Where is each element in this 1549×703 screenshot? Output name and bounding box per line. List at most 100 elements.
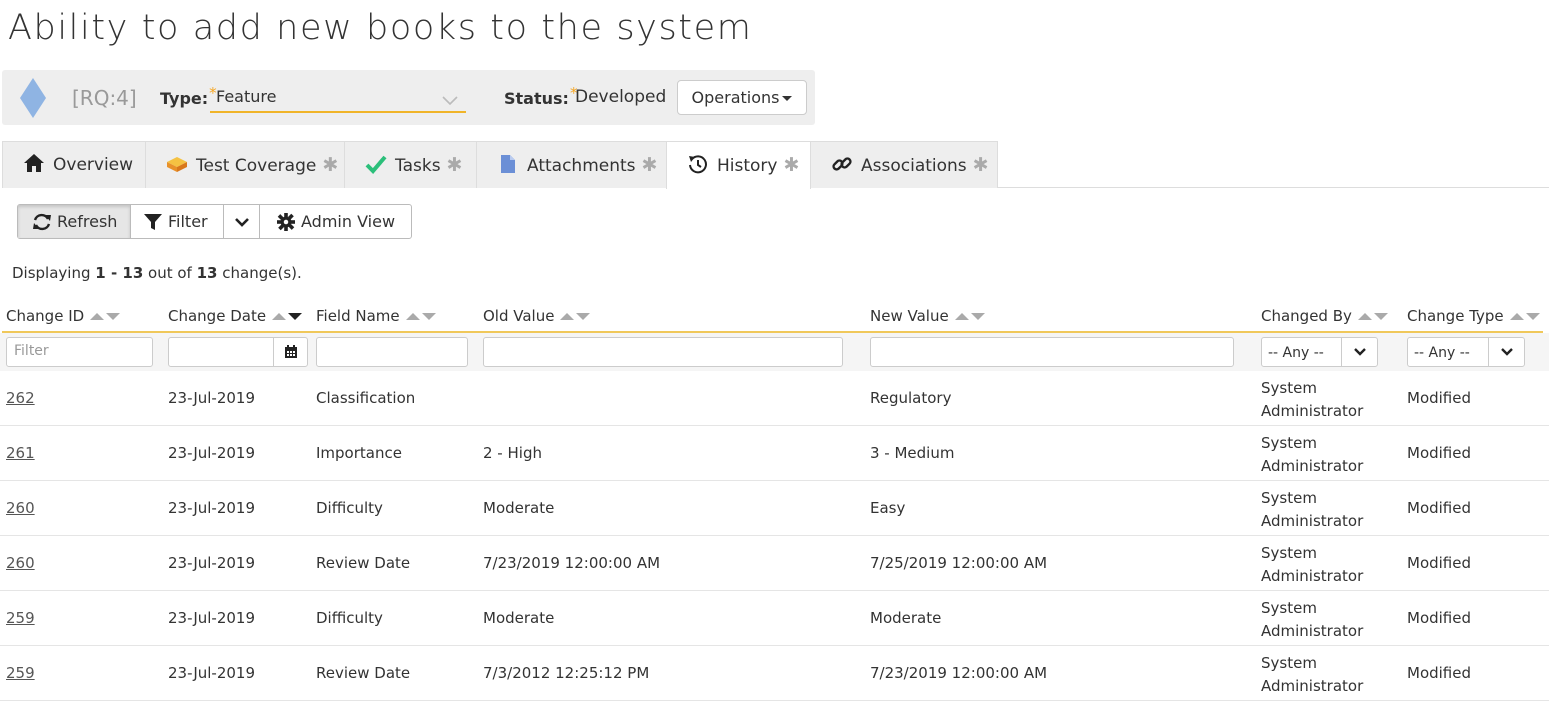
cell-date: 23-Jul-2019 xyxy=(168,389,256,407)
changed-by-line: System xyxy=(1261,379,1317,397)
refresh-label: Refresh xyxy=(57,212,118,231)
sort-icon xyxy=(1357,306,1390,324)
tab-attachments[interactable]: Attachments ✱ xyxy=(476,141,667,188)
cell-id: 260 xyxy=(6,499,35,517)
cell-field: Difficulty xyxy=(316,499,383,517)
changed-by-filter[interactable]: -- Any -- xyxy=(1261,337,1378,367)
change-id-link[interactable]: 262 xyxy=(6,389,35,407)
change-id-filter[interactable]: Filter xyxy=(6,337,153,367)
col-change-type[interactable]: Change Type xyxy=(1407,306,1542,325)
cell-by: System Administrator xyxy=(1261,432,1363,478)
changed-by-line: Administrator xyxy=(1261,677,1364,695)
field-name-filter[interactable] xyxy=(316,337,468,367)
changed-by-filter-value: -- Any -- xyxy=(1268,345,1324,361)
diamond-icon xyxy=(20,78,46,122)
check-icon xyxy=(365,146,387,174)
tab-label: Overview xyxy=(53,155,134,175)
filter-button[interactable]: Filter xyxy=(131,205,224,238)
changed-by-line: Administrator xyxy=(1261,402,1364,420)
cell-field: Review Date xyxy=(316,664,411,682)
change-date-filter[interactable] xyxy=(168,337,274,367)
col-change-id[interactable]: Change ID xyxy=(6,306,122,325)
tab-label: Test Coverage xyxy=(196,156,317,176)
calendar-button[interactable] xyxy=(273,337,308,367)
cell-by: System Administrator xyxy=(1261,542,1363,588)
cell-id: 259 xyxy=(6,664,35,682)
col-new-value[interactable]: New Value xyxy=(870,306,987,325)
change-type-filter[interactable]: -- Any -- xyxy=(1407,337,1525,367)
cell-by: System Administrator xyxy=(1261,377,1363,423)
refresh-button[interactable]: Refresh xyxy=(18,205,131,238)
history-toolbar: Refresh Filter Admin View xyxy=(17,204,412,239)
cell-by: System Administrator xyxy=(1261,487,1363,533)
changed-by-line: Administrator xyxy=(1261,512,1364,530)
changed-by-line: Administrator xyxy=(1261,567,1364,585)
status-label: Status:* xyxy=(504,84,578,108)
gear-icon xyxy=(277,212,295,231)
tab-associations[interactable]: Associations ✱ xyxy=(810,141,998,188)
sort-icon xyxy=(90,306,122,324)
refresh-icon xyxy=(33,213,51,230)
changed-by-line: System xyxy=(1261,544,1317,562)
tab-label: History xyxy=(717,156,778,176)
chevron-down-icon xyxy=(234,217,249,227)
star-icon: ✱ xyxy=(322,154,339,176)
artifact-header-bar: [RQ:4] Type:* Feature Status:* Developed… xyxy=(2,70,815,125)
tab-overview[interactable]: Overview xyxy=(2,141,146,188)
changed-by-line: Administrator xyxy=(1261,622,1364,640)
cell-new: Easy xyxy=(870,499,906,517)
type-dropdown[interactable]: Feature xyxy=(210,82,466,113)
col-field-name[interactable]: Field Name xyxy=(316,306,438,325)
tab-history[interactable]: History ✱ xyxy=(666,141,811,189)
table-row: 259 23-Jul-2019 Difficulty Moderate Moderate… xyxy=(0,591,1549,646)
cell-old: 7/23/2019 12:00:00 AM xyxy=(483,554,661,572)
tab-tasks[interactable]: Tasks ✱ xyxy=(344,141,477,188)
table-row: 262 23-Jul-2019 Classification Regulatory Sy… xyxy=(0,371,1549,426)
link-icon xyxy=(831,146,853,171)
changed-by-line: System xyxy=(1261,654,1317,672)
cell-old: 2 - High xyxy=(483,444,542,462)
cell-id: 260 xyxy=(6,554,35,572)
tab-test-coverage[interactable]: Test Coverage ✱ xyxy=(145,141,345,188)
changed-by-line: System xyxy=(1261,489,1317,507)
change-id-link[interactable]: 259 xyxy=(6,609,35,627)
filter-row: Filter -- Any -- -- Any -- xyxy=(0,333,1549,371)
chevron-down-icon xyxy=(1341,338,1377,366)
cell-field: Classification xyxy=(316,389,416,407)
sort-icon xyxy=(405,306,438,324)
cell-by: System Administrator xyxy=(1261,652,1363,698)
changed-by-line: Administrator xyxy=(1261,457,1364,475)
change-id-link[interactable]: 259 xyxy=(6,664,35,682)
cell-type: Modified xyxy=(1407,664,1472,682)
old-value-filter[interactable] xyxy=(483,337,843,367)
col-change-date[interactable]: Change Date xyxy=(168,306,304,325)
cell-date: 23-Jul-2019 xyxy=(168,499,256,517)
caret-down-icon xyxy=(782,96,793,101)
operations-button[interactable]: Operations xyxy=(677,80,807,115)
home-icon xyxy=(23,145,45,172)
filter-dropdown-button[interactable] xyxy=(224,205,260,238)
cell-id: 259 xyxy=(6,609,35,627)
calendar-icon xyxy=(284,345,297,358)
test-coverage-icon xyxy=(166,146,188,172)
new-value-filter[interactable] xyxy=(870,337,1234,367)
cell-old: 7/3/2012 12:25:12 PM xyxy=(483,664,650,682)
col-old-value[interactable]: Old Value xyxy=(483,306,592,325)
change-id-link[interactable]: 260 xyxy=(6,499,35,517)
admin-view-button[interactable]: Admin View xyxy=(260,205,411,238)
operations-label: Operations xyxy=(691,88,780,107)
cell-new: 3 - Medium xyxy=(870,444,955,462)
col-changed-by[interactable]: Changed By xyxy=(1261,306,1390,325)
cell-new: Regulatory xyxy=(870,389,952,407)
change-id-link[interactable]: 260 xyxy=(6,554,35,572)
chevron-down-icon xyxy=(442,91,458,110)
change-id-link[interactable]: 261 xyxy=(6,444,35,462)
history-icon xyxy=(687,146,709,174)
cell-old: Moderate xyxy=(483,609,555,627)
artifact-token: [RQ:4] xyxy=(72,86,137,110)
cell-new: Moderate xyxy=(870,609,942,627)
admin-view-label: Admin View xyxy=(301,212,396,231)
page-title: Ability to add new books to the system xyxy=(8,8,753,48)
tab-label: Attachments xyxy=(527,156,636,176)
star-icon: ✱ xyxy=(446,154,463,176)
